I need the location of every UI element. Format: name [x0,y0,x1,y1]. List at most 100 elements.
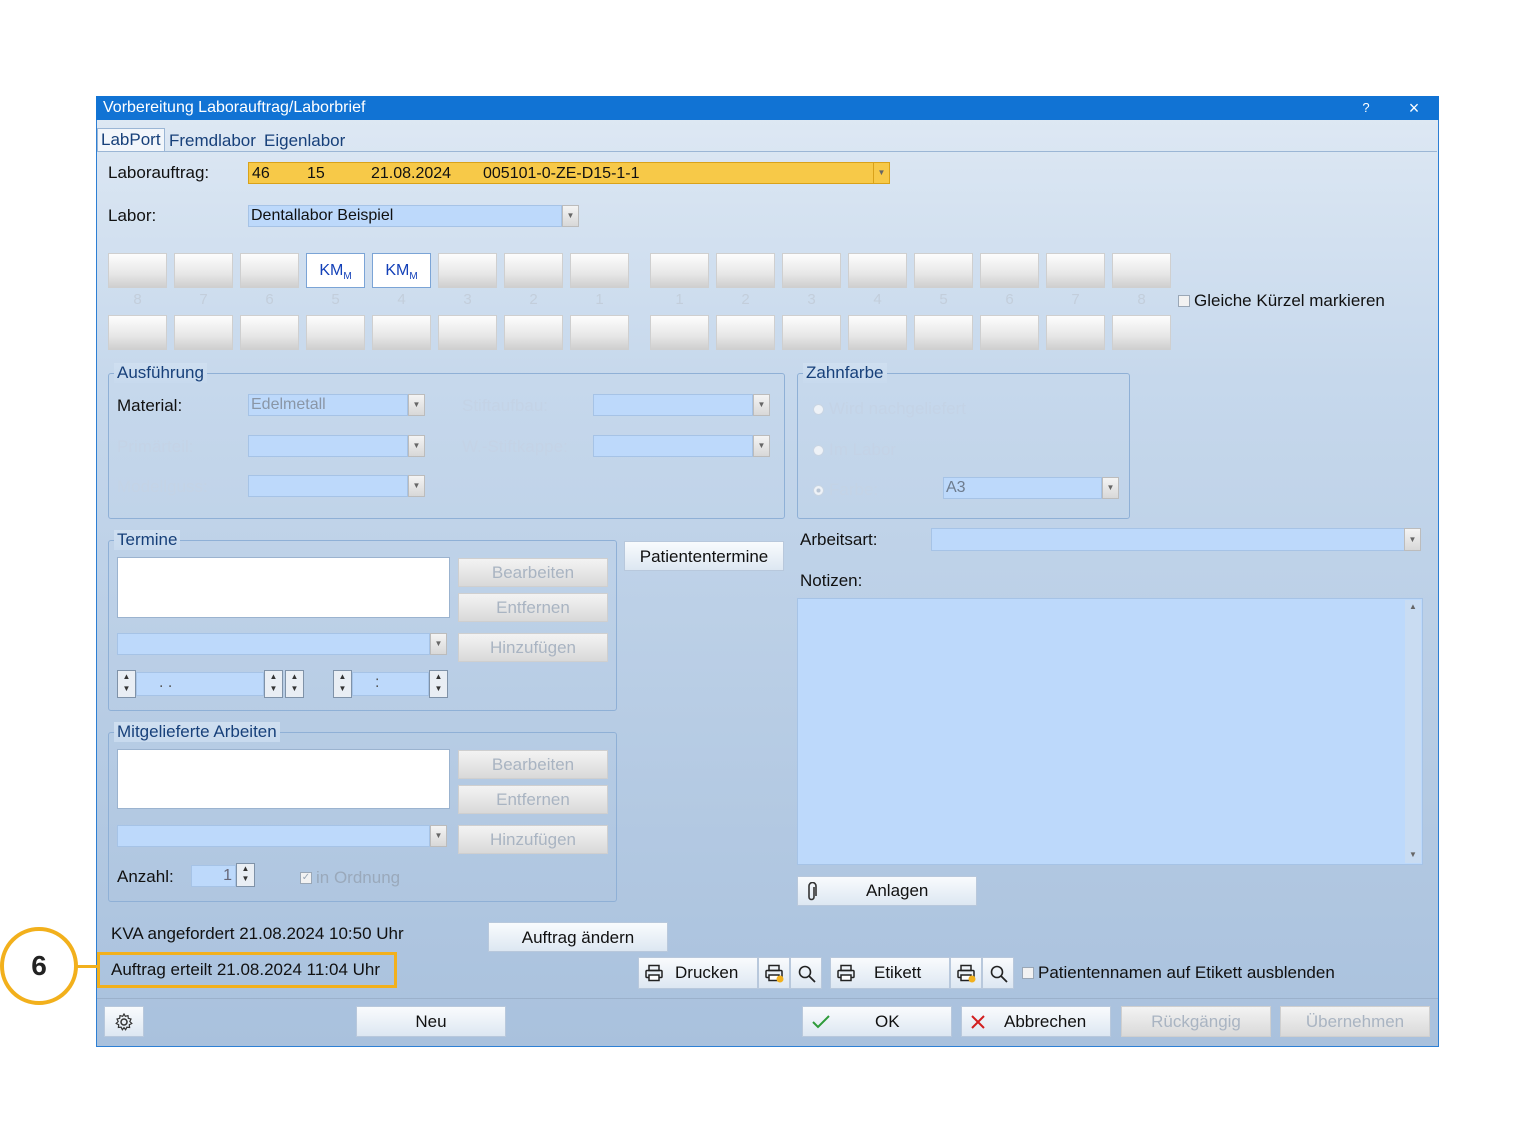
laborauftrag-dropdown-icon[interactable]: ▼ [873,162,890,184]
tooth-upper-left-7[interactable] [174,253,233,288]
arbeitsart-dropdown-icon[interactable]: ▼ [1404,528,1421,551]
patienttermine-button[interactable]: Patiententermine [624,541,784,571]
scroll-up-icon[interactable]: ▲ [1409,602,1417,611]
tooth-upper-left-6[interactable] [240,253,299,288]
tooth-upper-right-2[interactable] [716,253,775,288]
anzahl-field[interactable]: 1 [191,865,236,887]
tooth-upper-left-8[interactable] [108,253,167,288]
tooth-upper-right-4[interactable] [848,253,907,288]
notizen-scrollbar[interactable]: ▲ ▼ [1405,600,1421,863]
tooth-lower-left-8[interactable] [108,315,167,350]
termine-type-select[interactable] [117,633,430,655]
tooth-lower-left-6[interactable] [240,315,299,350]
labor-select[interactable]: Dentallabor Beispiel [248,205,562,227]
tooth-lower-right-2[interactable] [716,315,775,350]
termine-edit-button[interactable]: Bearbeiten [458,558,608,587]
mitgeliefert-type-select[interactable] [117,825,430,847]
tooth-lower-left-7[interactable] [174,315,233,350]
tooth-lower-left-4[interactable] [372,315,431,350]
same-marks-checkbox[interactable] [1178,295,1190,307]
tooth-upper-left-2[interactable] [504,253,563,288]
tooth-lower-left-5[interactable] [306,315,365,350]
etikett-button[interactable]: Etikett [830,957,950,989]
tooth-lower-right-8[interactable] [1112,315,1171,350]
tooth-lower-right-1[interactable] [650,315,709,350]
tooth-lower-right-3[interactable] [782,315,841,350]
tooth-upper-left-1[interactable] [570,253,629,288]
date-spinner-1[interactable]: ▲ ▼ [264,670,283,698]
abbrechen-button[interactable]: Abbrechen [961,1006,1111,1037]
tooth-upper-left-3[interactable] [438,253,497,288]
radio-im-labor[interactable] [813,445,824,456]
help-button[interactable]: ? [1354,96,1378,120]
etikett-printer-select-button[interactable] [950,957,982,989]
termine-add-button[interactable]: Hinzufügen [458,633,608,662]
close-button[interactable]: × [1402,96,1426,120]
hide-names-checkbox[interactable] [1022,967,1034,979]
tooth-lower-right-4[interactable] [848,315,907,350]
in-ordnung-checkbox[interactable]: ✓ [300,872,312,884]
tooth-lower-left-2[interactable] [504,315,563,350]
date-left-spinner[interactable]: ▲ ▼ [117,670,136,698]
termine-list[interactable] [117,557,450,618]
mitgeliefert-edit-button[interactable]: Bearbeiten [458,750,608,779]
radio-wird-nachgeliefert[interactable] [813,404,824,415]
tooth-upper-right-8[interactable] [1112,253,1171,288]
time-left-spinner[interactable]: ▲ ▼ [333,670,352,698]
tooth-upper-right-7[interactable] [1046,253,1105,288]
modellguss-dropdown-icon[interactable]: ▼ [408,475,425,497]
anlagen-button[interactable]: Anlagen [797,876,977,906]
tooth-upper-left-4[interactable]: KMM [372,253,431,288]
date-field[interactable]: . . [136,672,264,696]
mitgeliefert-list[interactable] [117,749,450,809]
tooth-upper-right-6[interactable] [980,253,1039,288]
ok-button[interactable]: OK [802,1006,952,1037]
stiftkappe-dropdown-icon[interactable]: ▼ [753,435,770,457]
tooth-lower-right-7[interactable] [1046,315,1105,350]
tooth-lower-right-6[interactable] [980,315,1039,350]
farbe-dropdown-icon[interactable]: ▼ [1102,477,1119,499]
anzahl-spinner[interactable]: ▲ ▼ [236,863,255,887]
tooth-upper-right-1[interactable] [650,253,709,288]
tooth-lower-right-5[interactable] [914,315,973,350]
rueckgaengig-button[interactable]: Rückgängig [1121,1006,1271,1037]
modellguss-select[interactable] [248,475,408,497]
mitgeliefert-add-button[interactable]: Hinzufügen [458,825,608,854]
tooth-upper-right-5[interactable] [914,253,973,288]
neu-button[interactable]: Neu [356,1006,506,1037]
drucken-button[interactable]: Drucken [638,957,758,989]
primaerteil-dropdown-icon[interactable]: ▼ [408,435,425,457]
etikett-preview-button[interactable] [982,957,1014,989]
scroll-down-icon[interactable]: ▼ [1409,850,1417,859]
mitgeliefert-type-dropdown-icon[interactable]: ▼ [430,825,447,847]
stiftaufbau-select[interactable] [593,394,753,416]
arbeitsart-select[interactable] [931,528,1405,551]
termine-type-dropdown-icon[interactable]: ▼ [430,633,447,655]
drucken-preview-button[interactable] [790,957,822,989]
stiftkappe-select[interactable] [593,435,753,457]
notizen-textarea[interactable] [797,598,1423,865]
date-spinner-2[interactable]: ▲ ▼ [285,670,304,698]
primaerteil-select[interactable] [248,435,408,457]
tab-fremdlabor[interactable]: Fremdlabor [169,130,256,152]
time-field[interactable]: : [352,672,429,696]
auftrag-aendern-button[interactable]: Auftrag ändern [488,922,668,952]
radio-farbe[interactable] [813,485,824,496]
uebernehmen-button[interactable]: Übernehmen [1280,1006,1430,1037]
material-dropdown-icon[interactable]: ▼ [408,394,425,416]
tooth-upper-left-5[interactable]: KMM [306,253,365,288]
tab-labport[interactable]: LabPort [97,128,165,151]
tab-eigenlabor[interactable]: Eigenlabor [264,130,345,152]
tooth-upper-right-3[interactable] [782,253,841,288]
tooth-lower-left-3[interactable] [438,315,497,350]
settings-button[interactable] [104,1006,144,1037]
drucken-printer-select-button[interactable] [758,957,790,989]
farbe-select[interactable]: A3 [943,477,1102,499]
material-select[interactable]: Edelmetall [248,394,408,416]
termine-remove-button[interactable]: Entfernen [458,593,608,622]
stiftaufbau-dropdown-icon[interactable]: ▼ [753,394,770,416]
time-spinner[interactable]: ▲ ▼ [429,670,448,698]
laborauftrag-select[interactable]: 46 15 21.08.2024 005101-0-ZE-D15-1-1 [248,162,874,184]
tooth-lower-left-1[interactable] [570,315,629,350]
labor-dropdown-icon[interactable]: ▼ [562,205,579,227]
